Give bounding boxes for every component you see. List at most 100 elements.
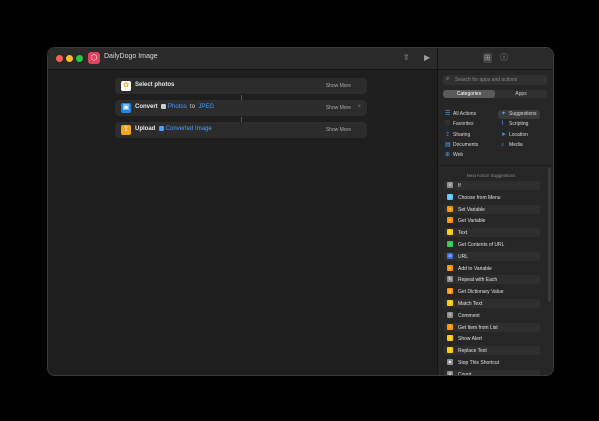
close-window-button[interactable] [56,55,63,62]
suggestion-item[interactable]: ↻ Repeat with Each [444,275,540,285]
action-type-icon: x [447,264,453,271]
window-title[interactable]: DailyDogo Image [104,53,158,60]
action-type-icon: ⊘ [447,252,453,259]
category-media[interactable]: ♪ Media [501,141,523,150]
shortcut-editor-canvas: ✿ Select photos Show More ▣ Convert Phot… [48,70,437,375]
input-token[interactable]: Photos [168,104,187,110]
play-icon[interactable]: ▶ [424,53,430,63]
action-select-photos[interactable]: ✿ Select photos Show More [115,78,367,94]
suggestion-label: If [458,183,461,189]
suggestion-label: Text [458,230,468,237]
suggestion-label: Choose from Menu [458,194,501,201]
suggestion-item[interactable]: ≡ Get Item from List [444,322,540,332]
suggestion-item[interactable]: ⊘ URL [444,251,540,261]
joiner-text: to [190,104,196,111]
suggestion-label: Get Variable [458,218,486,225]
action-type-icon: x [447,217,453,224]
upload-icon: ⇧ [121,125,131,135]
segment-categories[interactable]: Categories [443,90,495,98]
category-location[interactable]: ➤ Location [501,131,528,140]
minimize-window-button[interactable] [66,55,73,62]
action-library-sidebar: ⊞ ⓘ ⌕ Search for apps and actions Catego… [437,48,553,375]
format-token[interactable]: JPEG [198,104,214,110]
action-type-icon: ≡ [447,347,453,354]
zoom-window-button[interactable] [76,55,83,62]
sparkle-icon: ✦ [501,111,507,117]
search-icon: ⌕ [446,76,450,82]
show-more-button[interactable]: Show More [326,105,351,111]
music-icon: ♪ [501,142,504,148]
suggestion-item[interactable]: x Add to Variable [444,263,540,273]
title-bar: ⬡ DailyDogo Image ⇪ ▶ [48,48,437,70]
action-type-icon: ↻ [447,276,453,283]
suggestion-item[interactable]: ! Show Alert [444,334,540,344]
action-convert-image[interactable]: ▣ Convert Photos to JPEG Show More × [115,100,367,116]
suggestion-label: URL [458,253,469,260]
suggestion-item[interactable]: # Count [444,369,540,375]
scrollbar[interactable] [548,168,551,302]
suggestion-label: Add to Variable [458,265,492,272]
sidebar-toolbar: ⊞ ⓘ [438,48,553,70]
suggestion-label: Repeat with Each [458,277,498,284]
category-all-actions[interactable]: ☰ All Actions [445,110,476,119]
category-web[interactable]: ⊕ Web [445,151,463,160]
suggestion-item[interactable]: ≡ Match Text [444,299,540,308]
location-icon: ➤ [501,132,507,138]
action-type-icon: Y [447,182,453,188]
photos-token-icon [161,104,167,109]
action-type-icon: ≡ [447,300,453,306]
suggestion-label: Show Alert [458,336,482,343]
suggestion-item[interactable]: x Set Variable [444,204,540,214]
category-suggestions[interactable]: ✦ Suggestions [498,110,540,119]
action-library-icon[interactable]: ⊞ [483,53,492,63]
category-documents[interactable]: ▤ Documents [445,141,478,150]
action-type-icon: ≡ [447,193,453,200]
shortcut-icon[interactable]: ⬡ [88,52,100,64]
remove-action-icon[interactable]: × [357,104,361,110]
suggestion-label: Get Contents of URL [458,242,505,248]
suggestion-label: Replace Text [458,348,487,355]
suggestion-item[interactable]: ≡ Text [444,228,540,238]
suggestion-label: Get Item from List [458,324,498,331]
action-upload[interactable]: ⇧ Upload Converted Image Show More [115,122,367,138]
action-label: Select photos [135,82,175,88]
image-token-icon [158,126,164,131]
action-type-icon: ≡ [447,311,453,318]
web-icon: ⊕ [445,152,451,158]
category-sharing[interactable]: ⇪ Sharing [445,131,470,140]
action-type-icon: x [447,205,453,212]
category-scripting[interactable]: ⌇ Scripting [501,120,528,129]
segmented-control: Categories Apps [443,90,547,98]
action-label: Upload Converted Image [135,126,212,132]
action-type-icon: ≡ [447,229,453,236]
action-type-icon: {} [447,288,453,295]
scripting-icon: ⌇ [501,121,504,127]
suggestion-label: Comment [458,312,480,319]
input-token[interactable]: Converted Image [166,126,212,132]
category-favorites[interactable]: ♡ Favorites [445,120,474,129]
suggestion-item[interactable]: {} Get Dictionary Value [444,287,540,297]
suggestion-label: Get Dictionary Value [458,289,504,296]
show-more-button[interactable]: Show More [326,83,351,89]
share-icon[interactable]: ⇪ [403,53,410,63]
suggestion-item[interactable]: ↓ Get Contents of URL [444,240,540,249]
suggestion-item[interactable]: ≡ Replace Text [444,346,540,356]
show-more-button[interactable]: Show More [326,127,351,133]
action-label: Convert Photos to JPEG [135,104,214,110]
suggestion-item[interactable]: ■ Stop This Shortcut [444,358,540,367]
photos-icon: ✿ [121,81,131,91]
suggestion-item[interactable]: x Get Variable [444,216,540,226]
action-type-icon: ■ [447,359,453,365]
search-input[interactable]: ⌕ Search for apps and actions [443,75,547,85]
action-verb: Upload [135,126,156,133]
suggestions-heading: Next Action Suggestions [466,173,516,178]
suggestion-item[interactable]: Y If [444,181,540,190]
suggestion-item[interactable]: ≡ Comment [444,310,540,320]
segment-apps[interactable]: Apps [495,90,547,98]
info-icon[interactable]: ⓘ [500,53,508,63]
action-type-icon: ! [447,335,453,342]
suggestion-label: Match Text [458,301,483,307]
search-placeholder: Search for apps and actions [455,77,518,83]
list-icon: ☰ [445,111,451,117]
suggestion-item[interactable]: ≡ Choose from Menu [444,192,540,202]
